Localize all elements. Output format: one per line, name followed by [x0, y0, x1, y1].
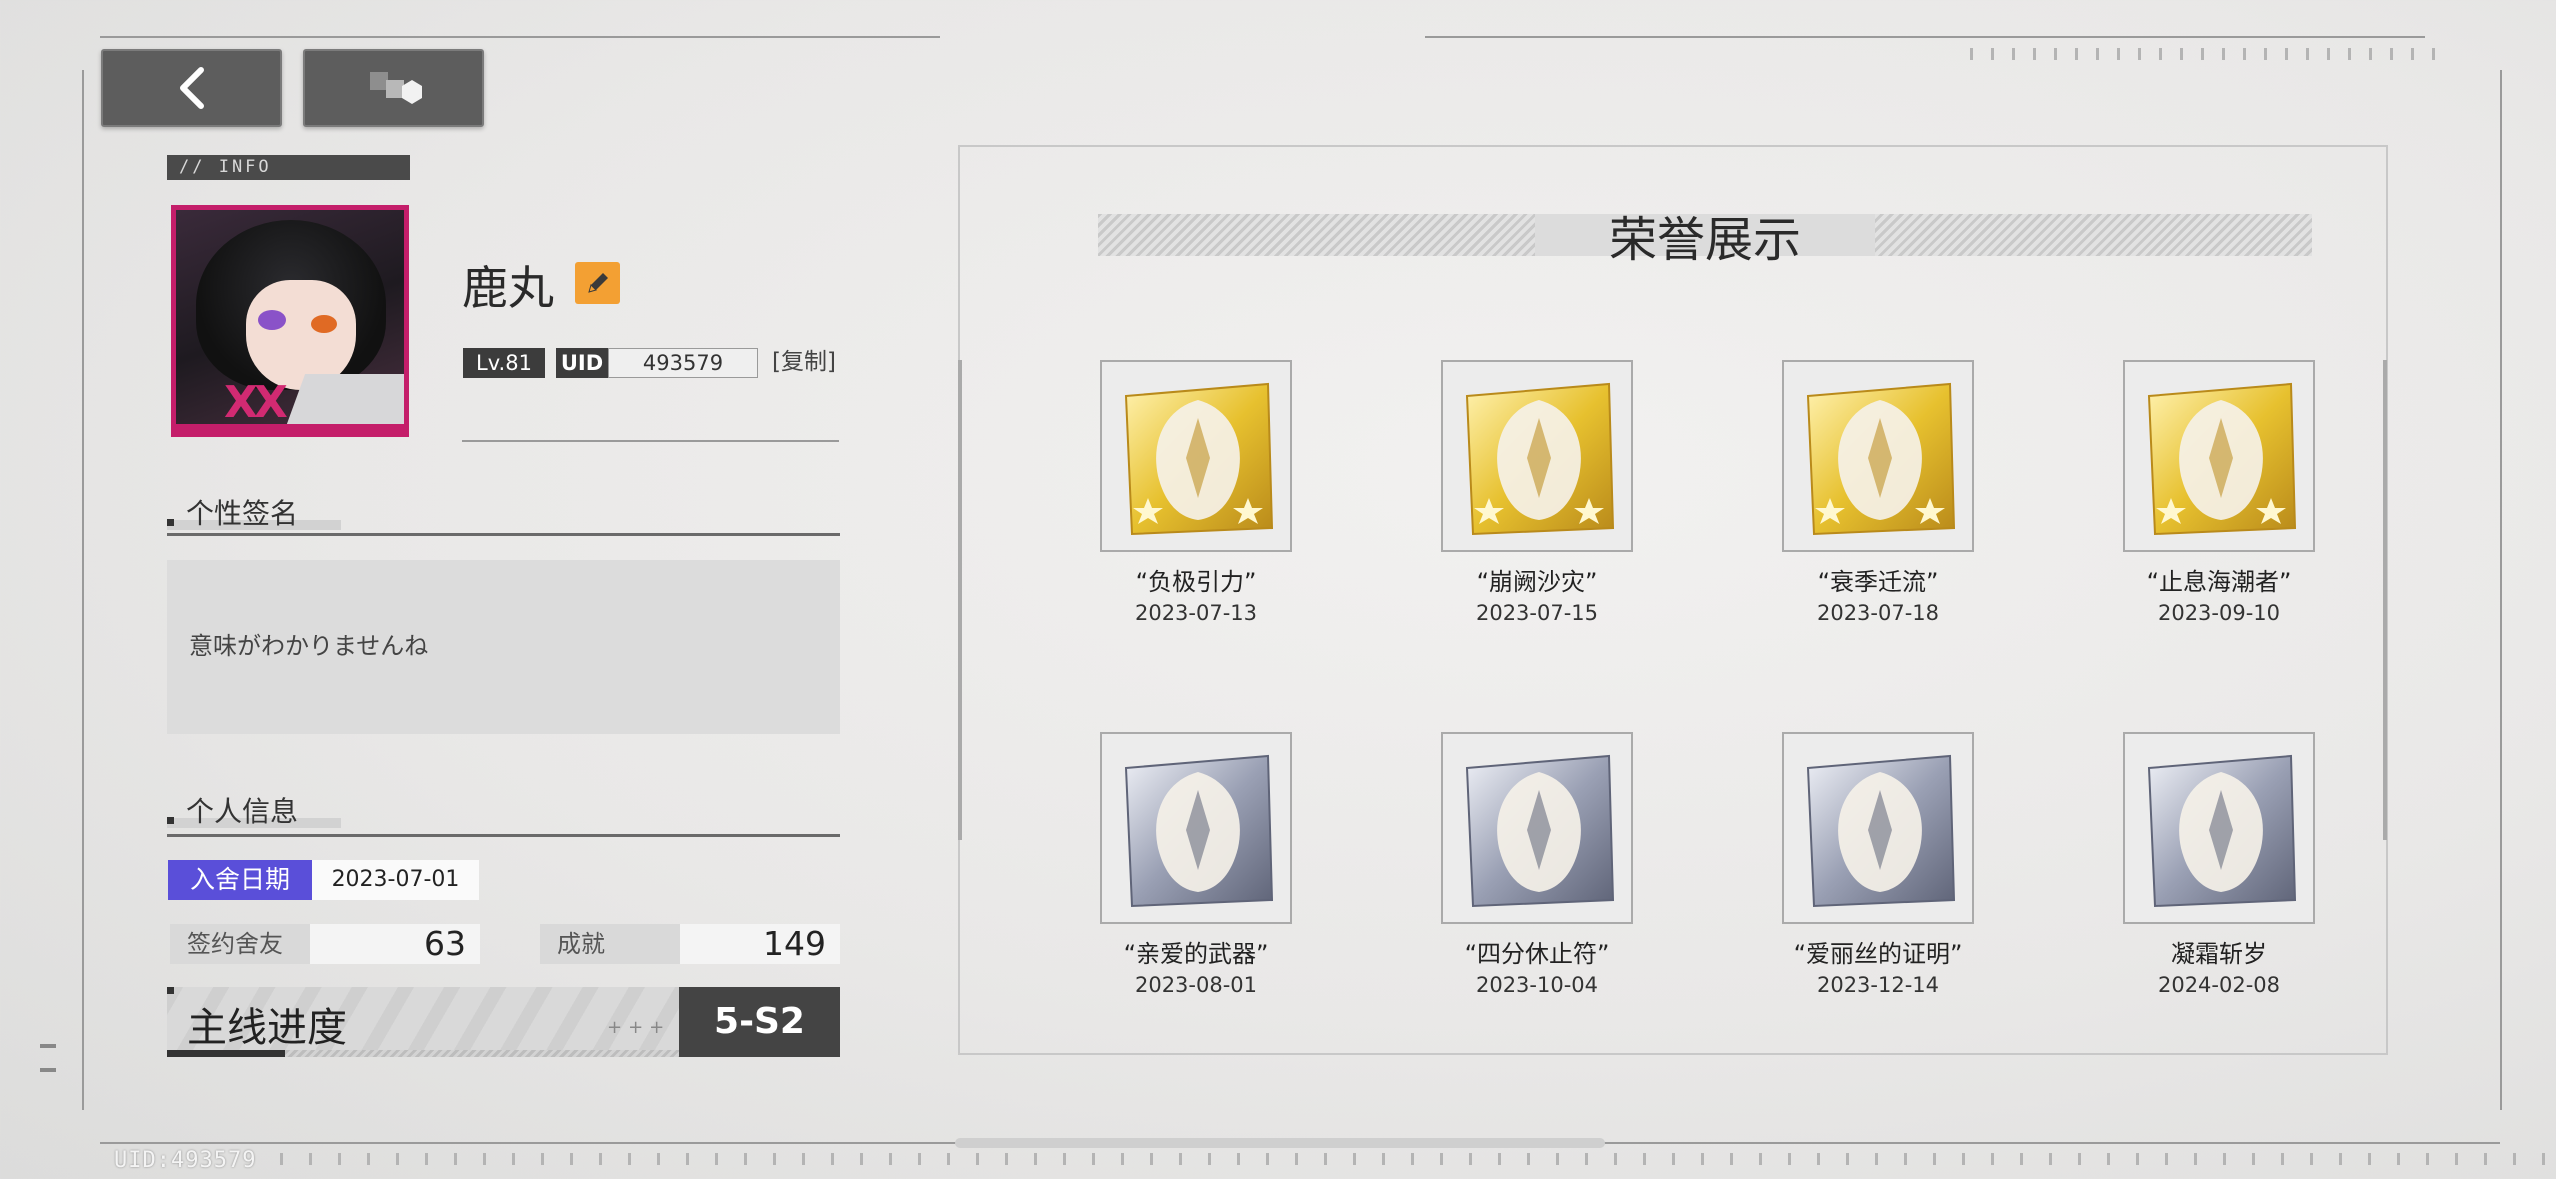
medal-name: “衰季迁流”	[1817, 568, 1939, 596]
medal-frame	[2123, 360, 2315, 552]
copy-uid-button[interactable]: [复制]	[772, 347, 836, 377]
friends-label: 签约舍友	[170, 924, 310, 964]
medal-date: 2023-09-10	[2157, 601, 2281, 625]
chevron-left-icon	[179, 67, 204, 109]
progress-fill	[167, 1050, 285, 1057]
medal-name: “四分休止符”	[1464, 940, 1610, 968]
divider	[462, 440, 839, 442]
join-date-value: 2023-07-01	[312, 860, 479, 900]
level-badge: Lv.81	[463, 348, 545, 378]
uid-label: UID	[556, 348, 608, 378]
main-story-progress[interactable]: 主线进度 +++ 5-S2	[167, 987, 840, 1057]
honor-title: 荣誉展示	[1608, 212, 1801, 268]
scroll-indicator	[955, 1138, 1605, 1148]
medal-frame	[2123, 732, 2315, 924]
scythe-beast-icon	[1806, 382, 1956, 536]
footer-uid: UID:493579	[114, 1148, 257, 1173]
medal-date: 2023-10-04	[1475, 973, 1599, 997]
medal-item[interactable]: “止息海潮者” 2023-09-10	[2123, 360, 2315, 625]
medal-name: “止息海潮者”	[2146, 568, 2292, 596]
medal-frame	[1782, 360, 1974, 552]
medal-frame	[1441, 360, 1633, 552]
uid-value: 493579	[608, 348, 758, 378]
friends-stat: 签约舍友 63	[170, 924, 480, 964]
medal-frame	[1782, 732, 1974, 924]
medal-item[interactable]: 凝霜斩岁 2024-02-08	[2123, 732, 2315, 997]
panel-edge	[2383, 360, 2387, 840]
medal-date: 2023-08-01	[1134, 973, 1258, 997]
signature-heading: 个性签名	[167, 492, 341, 532]
panel-edge	[958, 360, 962, 840]
medal-item[interactable]: “四分休止符” 2023-10-04	[1441, 732, 1633, 997]
medal-frame	[1100, 360, 1292, 552]
hooded-figure-icon	[1124, 382, 1274, 536]
medal-date: 2023-07-15	[1475, 601, 1599, 625]
medal-frame	[1441, 732, 1633, 924]
frame-left	[82, 70, 84, 1110]
medal-item[interactable]: “衰季迁流” 2023-07-18	[1782, 360, 1974, 625]
join-date-label: 入舍日期	[168, 860, 312, 900]
medal-frame	[1100, 732, 1292, 924]
flame-mask-icon	[1465, 754, 1615, 908]
medal-item[interactable]: “爱丽丝的证明” 2023-12-14	[1782, 732, 1974, 997]
frost-dragon-icon	[2147, 754, 2297, 908]
medal-date: 2023-12-14	[1816, 973, 1940, 997]
divider	[167, 533, 840, 536]
signature-text: 意味がわかりませんね	[189, 632, 429, 660]
achievements-label: 成就	[540, 924, 680, 964]
info-tag: // INFO	[167, 155, 410, 180]
cubes-icon	[369, 72, 422, 104]
medal-name: “亲爱的武器”	[1123, 940, 1269, 968]
mech-robot-icon	[1465, 382, 1615, 536]
achievements-count: 149	[680, 924, 840, 964]
sea-spirit-icon	[2147, 382, 2297, 536]
progress-plus: +++	[607, 1017, 671, 1038]
medal-item[interactable]: “崩阙沙灾” 2023-07-15	[1441, 360, 1633, 625]
pencil-icon	[587, 273, 608, 293]
switch-view-button[interactable]	[303, 49, 484, 127]
player-name: 鹿丸	[462, 261, 554, 315]
tick-decoration	[1970, 48, 2435, 60]
avatar[interactable]: XX	[171, 205, 409, 437]
frame-mark	[40, 1044, 56, 1048]
alice-silhouette-icon	[1806, 754, 1956, 908]
divider	[167, 834, 840, 837]
frame-right	[2500, 70, 2502, 1110]
medal-name: “崩阙沙灾”	[1476, 568, 1598, 596]
frame-mark	[40, 1068, 56, 1072]
medal-name: “爱丽丝的证明”	[1793, 940, 1963, 968]
back-button[interactable]	[101, 49, 282, 127]
blaster-gun-icon	[1124, 754, 1274, 908]
medal-name: 凝霜斩岁	[2171, 940, 2267, 968]
signature-box[interactable]: 意味がわかりませんね	[167, 560, 840, 734]
medal-date: 2024-02-08	[2157, 973, 2281, 997]
edit-name-button[interactable]	[575, 262, 620, 304]
frame-top-left	[100, 36, 940, 38]
medal-item[interactable]: “亲爱的武器” 2023-08-01	[1100, 732, 1292, 997]
medal-date: 2023-07-18	[1816, 601, 1940, 625]
progress-value: 5-S2	[679, 987, 840, 1057]
avatar-frame-mark: XX	[224, 377, 288, 428]
medal-name: “负极引力”	[1135, 568, 1257, 596]
tick-decoration-bottom	[280, 1153, 2556, 1165]
medal-item[interactable]: “负极引力” 2023-07-13	[1100, 360, 1292, 625]
personal-info-heading: 个人信息	[167, 790, 341, 830]
medal-date: 2023-07-13	[1134, 601, 1258, 625]
frame-top-right	[1425, 36, 2425, 38]
friends-count: 63	[310, 924, 480, 964]
progress-label: 主线进度	[187, 1005, 347, 1051]
achievements-stat[interactable]: 成就 149	[540, 924, 840, 964]
